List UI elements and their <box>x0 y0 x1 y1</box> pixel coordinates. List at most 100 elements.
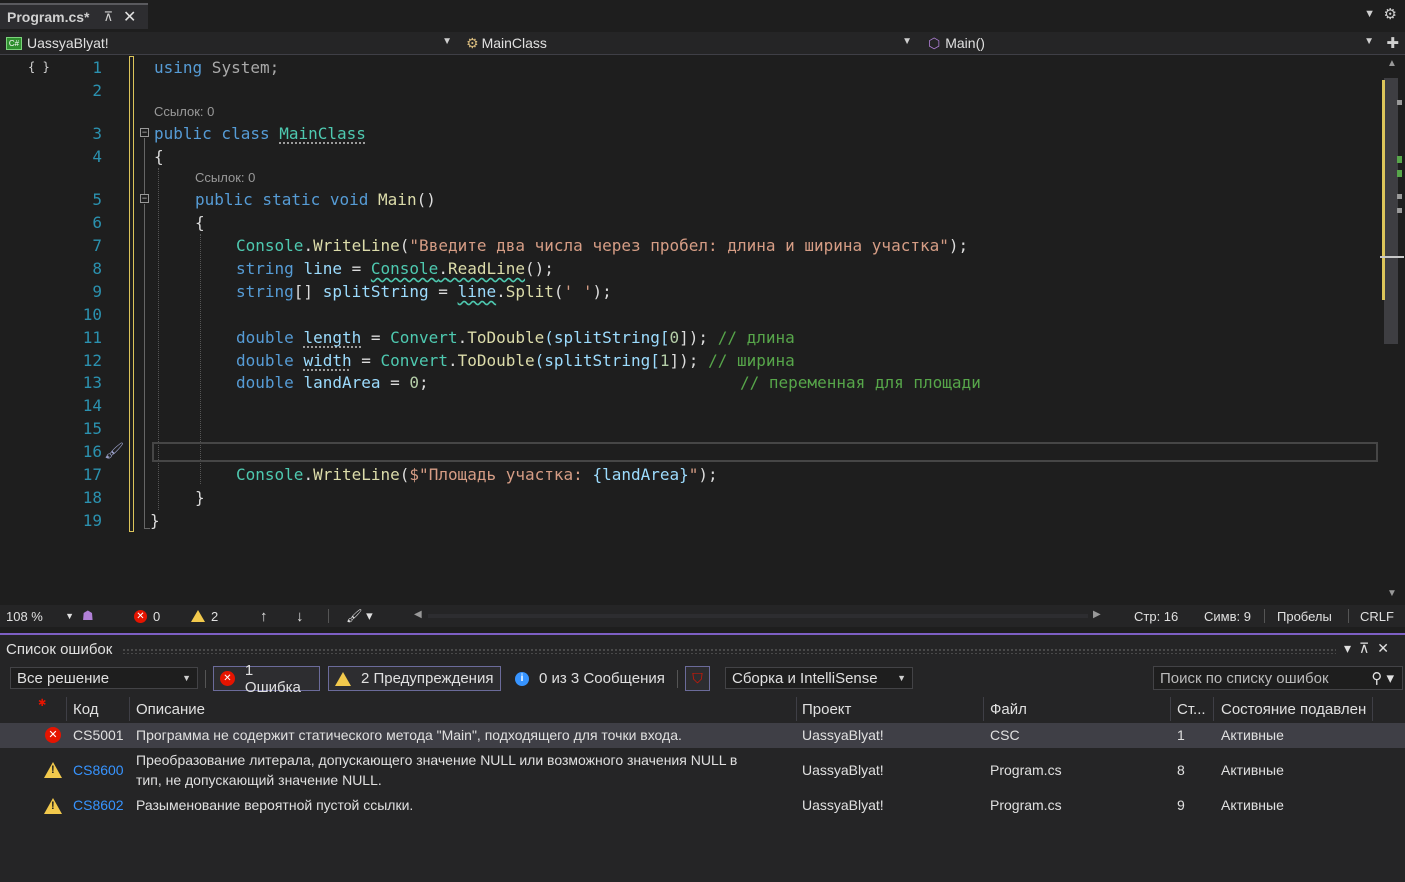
column-header-code[interactable]: Код <box>73 701 99 718</box>
line-indicator[interactable]: Стр: 16 <box>1134 605 1178 627</box>
close-icon[interactable]: ✕ <box>123 7 136 27</box>
code-line-11[interactable]: double length = Convert.ToDouble(splitSt… <box>236 328 795 347</box>
project-dropdown[interactable]: C# UassyaBlyat! ▼ <box>6 32 458 54</box>
tab-strip: Program.cs* ⊼ ✕ ▼ ⚙ <box>0 0 1405 32</box>
column-header-suppression[interactable]: Состояние подавлен <box>1221 701 1366 718</box>
code-line-5[interactable]: public static void Main() <box>195 190 436 209</box>
quick-actions-brush-icon[interactable]: 🖌 <box>104 441 124 461</box>
errors-filter-button[interactable]: ✕ 1 Ошибка <box>213 662 320 696</box>
warnings-filter-button[interactable]: 2 Предупреждения <box>328 666 501 691</box>
scroll-up-icon[interactable]: ▲ <box>1387 58 1397 69</box>
warning-count[interactable]: 2 <box>191 605 218 627</box>
code-line-7[interactable]: Console.WriteLine("Введите два числа чер… <box>236 236 968 255</box>
navigation-bar: C# UassyaBlyat! ▼ ⚙ MainClass ▼ ⬡ Main()… <box>0 32 1405 55</box>
class-dropdown[interactable]: ⚙ MainClass ▼ <box>466 32 918 54</box>
copilot-icon[interactable]: ☗ <box>82 605 94 627</box>
arrow-up-icon[interactable]: ↑ <box>260 605 268 627</box>
panel-grip[interactable] <box>122 648 1336 654</box>
line-number: 18 <box>82 488 102 507</box>
arrow-down-icon[interactable]: ↓ <box>296 605 304 627</box>
code-line-18[interactable]: } <box>195 488 205 507</box>
member-name: Main() <box>945 35 985 51</box>
method-icon: ⬡ <box>928 34 941 51</box>
line-number: 14 <box>82 396 102 415</box>
member-dropdown[interactable]: ⬡ Main() ▼ <box>928 32 1380 54</box>
pin-icon[interactable]: ⊼ <box>1359 640 1377 656</box>
zoom-dropdown[interactable]: 108 % ▼ <box>6 605 76 627</box>
codelens-references[interactable]: Ссылок: 0 <box>154 104 214 119</box>
codelens-references[interactable]: Ссылок: 0 <box>195 170 255 185</box>
chevron-down-icon: ▼ <box>897 673 906 683</box>
error-search-input[interactable]: Поиск по списку ошибок ⚲ ▾ <box>1153 666 1403 690</box>
filter-icon[interactable]: ⛉ <box>685 666 710 691</box>
code-line-9[interactable]: string[] splitString = line.Split(' '); <box>236 282 612 301</box>
collapse-icon[interactable]: − <box>140 128 149 137</box>
code-line-17[interactable]: Console.WriteLine($"Площадь участка: {la… <box>236 465 718 484</box>
code-line-12[interactable]: double width = Convert.ToDouble(splitStr… <box>236 351 795 370</box>
caret-position-marker <box>1380 256 1404 258</box>
line-number: 13 <box>82 373 102 392</box>
scrollbar-thumb[interactable] <box>1384 78 1398 344</box>
error-icon: ✕ <box>45 727 61 743</box>
line-number: 15 <box>82 419 102 438</box>
code-line-8[interactable]: string line = Console.ReadLine(); <box>236 259 554 278</box>
build-filter-dropdown[interactable]: Сборка и IntelliSense ▼ <box>725 667 913 689</box>
table-row[interactable]: ✕ CS5001 Программа не содержит статическ… <box>0 723 1405 748</box>
code-line-13[interactable]: double landArea = 0; <box>236 373 429 392</box>
column-header-line[interactable]: Ст... <box>1177 701 1206 718</box>
messages-filter-button[interactable]: i0 из 3 Сообщения <box>515 666 665 691</box>
column-header-file[interactable]: Файл <box>990 701 1027 718</box>
line-number: 2 <box>92 81 102 100</box>
green-marker <box>1397 170 1402 177</box>
split-editor-icon[interactable]: ✚ <box>1386 34 1399 52</box>
scope-dropdown[interactable]: Все решение ▼ <box>10 667 198 689</box>
info-icon: i <box>515 671 529 686</box>
project-name: UassyaBlyat! <box>27 35 109 51</box>
tab-program-cs[interactable]: Program.cs* ⊼ ✕ <box>0 3 148 29</box>
collapse-icon[interactable]: − <box>140 194 149 203</box>
line-number: 11 <box>82 328 102 347</box>
code-line-4[interactable]: { <box>154 147 164 166</box>
chevron-down-icon[interactable]: ▾ <box>1344 640 1359 656</box>
line-ending-indicator[interactable]: CRLF <box>1360 605 1394 627</box>
column-header-description[interactable]: Описание <box>136 701 205 718</box>
change-marker <box>1382 80 1385 300</box>
csharp-project-icon: C# <box>6 36 22 50</box>
line-number: 17 <box>82 465 102 484</box>
scroll-right-icon[interactable]: ▶ <box>1093 609 1101 620</box>
table-row[interactable]: CS8600 Преобразование литерала, допускаю… <box>0 749 1405 793</box>
scroll-left-icon[interactable]: ◀ <box>414 609 422 620</box>
warning-icon <box>335 671 351 686</box>
code-line-19[interactable]: } <box>150 511 160 530</box>
code-line-6[interactable]: { <box>195 213 205 232</box>
column-header-project[interactable]: Проект <box>802 701 851 718</box>
chevron-down-icon: ▼ <box>442 36 452 47</box>
tab-title: Program.cs* <box>7 9 90 25</box>
line-number: 6 <box>92 213 102 232</box>
warning-icon <box>44 798 62 814</box>
close-icon[interactable]: ✕ <box>1377 640 1397 656</box>
horizontal-scrollbar[interactable] <box>428 614 1088 618</box>
chevron-down-icon: ▼ <box>182 673 191 683</box>
search-icon[interactable]: ⚲ ▾ <box>1371 669 1394 687</box>
code-cleanup-icon[interactable]: 🖌 ▾ <box>346 605 373 627</box>
scroll-down-icon[interactable]: ▼ <box>1387 588 1397 599</box>
class-name: MainClass <box>481 35 547 51</box>
table-row[interactable]: CS8602 Разыменование вероятной пустой сс… <box>0 794 1405 819</box>
code-line-3[interactable]: public class MainClass <box>154 124 366 143</box>
line-number: 5 <box>92 190 102 209</box>
line-number: 12 <box>82 351 102 370</box>
line-number: 8 <box>92 259 102 278</box>
chevron-down-icon: ▼ <box>65 611 74 621</box>
pin-icon[interactable]: ⊼ <box>103 9 113 25</box>
code-comment-13: // переменная для площади <box>740 373 981 392</box>
chevron-down-icon[interactable]: ▼ <box>1364 8 1375 20</box>
error-count[interactable]: ✕ 0 <box>134 605 160 627</box>
whitespace-indicator[interactable]: Пробелы <box>1277 605 1332 627</box>
column-indicator[interactable]: Симв: 9 <box>1204 605 1251 627</box>
gear-icon[interactable]: ⚙ <box>1384 5 1397 23</box>
line-number: 16 <box>82 442 102 461</box>
line-number: 9 <box>92 282 102 301</box>
code-line-1[interactable]: using System; <box>154 58 279 77</box>
error-list-title: Список ошибок <box>6 641 113 658</box>
